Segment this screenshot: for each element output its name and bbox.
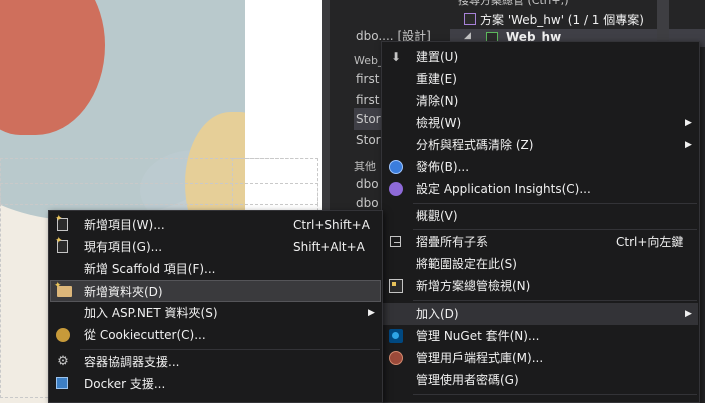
- list-item[interactable]: Stor: [356, 133, 381, 147]
- menu-item-add[interactable]: 加入(D) ▶: [383, 303, 698, 325]
- add-submenu: ✦ 新增項目(W)... Ctrl+Shift+A ✦ 現有項目(G)... S…: [48, 210, 383, 403]
- menu-item-new-folder[interactable]: ✦ 新增資料夾(D): [50, 280, 381, 302]
- list-item[interactable]: first: [356, 72, 379, 86]
- menu-separator: [80, 349, 380, 350]
- new-view-icon: [389, 279, 403, 293]
- menu-item-manage-user-secrets[interactable]: 管理使用者密碼(G): [383, 369, 698, 391]
- globe-icon: [389, 160, 403, 174]
- menu-item-from-cookiecutter[interactable]: 從 Cookiecutter(C)...: [50, 324, 381, 346]
- menu-item-add-aspnet-folder[interactable]: 加入 ASP.NET 資料夾(S) ▶: [50, 302, 381, 324]
- list-item[interactable]: Stor: [356, 112, 381, 126]
- selection-guide: [0, 183, 318, 205]
- insights-icon: [389, 182, 403, 196]
- submenu-arrow-icon: ▶: [685, 140, 692, 150]
- menu-separator: [413, 300, 697, 301]
- menu-item-existing-item[interactable]: ✦ 現有項目(G)... Shift+Alt+A: [50, 236, 381, 258]
- list-item[interactable]: dbo: [356, 177, 379, 191]
- menu-item-container-orchestrator[interactable]: ⚙ 容器協調器支援...: [50, 351, 381, 373]
- search-box-label[interactable]: 搜尋方案總管 (Ctrl+;): [458, 0, 569, 8]
- menu-item-view[interactable]: 檢視(W) ▶: [383, 112, 698, 134]
- nuget-icon: [389, 329, 403, 343]
- group-header: 其他: [354, 160, 376, 173]
- list-item[interactable]: first: [356, 93, 379, 107]
- menu-item-analyze[interactable]: 分析與程式碼清除 (Z) ▶: [383, 134, 698, 156]
- project-context-menu: ⬇ 建置(U) 重建(E) 清除(N) 檢視(W) ▶ 分析與程式碼清除 (Z)…: [381, 41, 700, 403]
- menu-item-clean[interactable]: 清除(N): [383, 90, 698, 112]
- list-item[interactable]: dbo: [356, 196, 379, 210]
- menu-item-manage-nuget[interactable]: 管理 NuGet 套件(N)...: [383, 325, 698, 347]
- library-icon: [389, 351, 403, 365]
- menu-item-docker-support[interactable]: Docker 支援...: [50, 373, 381, 395]
- menu-item-scope-to-this[interactable]: 將範圍設定在此(S): [383, 253, 698, 275]
- solution-label: 方案 'Web_hw' (1 / 1 個專案): [480, 13, 644, 27]
- submenu-arrow-icon: ▶: [685, 309, 692, 319]
- menu-item-collapse-all[interactable]: 摺疊所有子系 Ctrl+向左鍵: [383, 231, 698, 253]
- cookiecutter-icon: [56, 328, 70, 342]
- menu-separator: [413, 229, 697, 230]
- menu-item-overview[interactable]: 概觀(V): [383, 205, 698, 227]
- menu-item-rebuild[interactable]: 重建(E): [383, 68, 698, 90]
- group-header: Web_: [354, 54, 384, 67]
- submenu-arrow-icon: ▶: [368, 308, 375, 318]
- expand-arrow-icon[interactable]: ◢: [464, 31, 471, 41]
- collapse-icon: [390, 236, 401, 247]
- solution-icon: [464, 13, 476, 25]
- menu-item-publish[interactable]: 發佈(B)...: [383, 156, 698, 178]
- menu-separator: [413, 394, 697, 395]
- submenu-arrow-icon: ▶: [685, 118, 692, 128]
- menu-item-manage-client-libraries[interactable]: 管理用戶端程式庫(M)...: [383, 347, 698, 369]
- menu-separator: [413, 203, 697, 204]
- menu-item-new-item[interactable]: ✦ 新增項目(W)... Ctrl+Shift+A: [50, 214, 381, 236]
- menu-item-new-scaffold-item[interactable]: 新增 Scaffold 項目(F)...: [50, 258, 381, 280]
- orchestrator-icon: ⚙: [57, 354, 69, 369]
- menu-item-app-insights[interactable]: 設定 Application Insights(C)...: [383, 178, 698, 200]
- docker-icon: [56, 377, 68, 389]
- existing-item-icon: ✦: [55, 237, 68, 253]
- menu-item-build[interactable]: ⬇ 建置(U): [383, 46, 698, 68]
- menu-item-new-explorer-view[interactable]: 新增方案總管檢視(N): [383, 275, 698, 297]
- build-icon: ⬇: [390, 50, 402, 64]
- new-folder-icon: ✦: [54, 282, 72, 297]
- new-item-icon: ✦: [55, 215, 68, 231]
